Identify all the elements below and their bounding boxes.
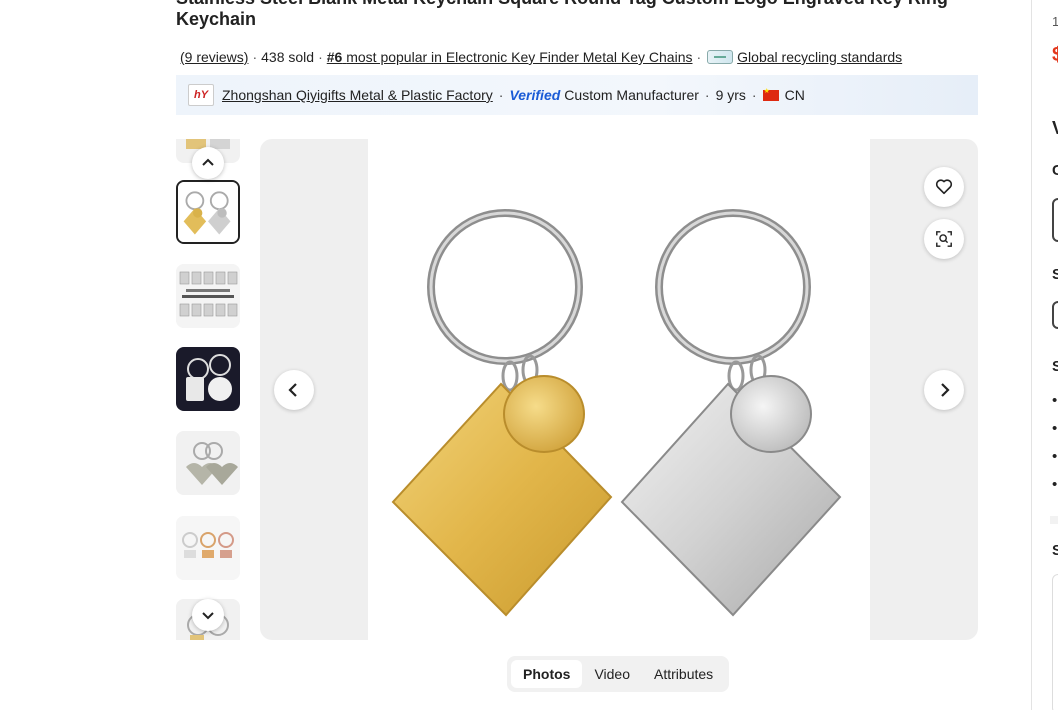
product-title: Keychain (176, 9, 257, 29)
separator: · (318, 49, 323, 65)
bullet: • (1052, 420, 1058, 437)
separator: · (751, 87, 757, 103)
separator: · (696, 49, 702, 65)
next-image-button[interactable] (924, 370, 964, 410)
rank-number: #6 (326, 49, 343, 65)
chevron-left-icon (288, 383, 297, 397)
rank-text: most popular in Electronic Key Finder Me… (346, 49, 693, 65)
panel-heading: V (1052, 118, 1058, 139)
gallery-tabs: Photos Video Attributes (507, 656, 730, 692)
panel-label: C (1052, 162, 1058, 179)
price: $ (1052, 44, 1058, 66)
panel-card (1052, 574, 1058, 710)
bullet: • (1052, 476, 1058, 493)
reviews-link[interactable]: (9 reviews) (180, 49, 248, 65)
chevron-down-icon (202, 612, 214, 620)
purchase-panel: 1 $ V C S S • • • • S (1050, 0, 1058, 710)
panel-heading: S (1052, 542, 1058, 559)
supplier-bar: hY Zhongshan Qiyigifts Metal & Plastic F… (176, 75, 978, 115)
recycling-link[interactable]: Global recycling standards (737, 49, 902, 65)
option-selector[interactable] (1052, 301, 1058, 329)
bullet: • (1052, 392, 1058, 409)
panel-label: S (1052, 358, 1058, 375)
thumbnail[interactable] (176, 516, 240, 580)
thumbnail-selected[interactable] (176, 180, 240, 244)
supplier-country: CN (784, 87, 805, 103)
chevron-right-icon (941, 383, 950, 397)
thumbnail-scroll-down-button[interactable] (192, 599, 224, 631)
section-divider (1050, 516, 1058, 524)
product-title-top: Stainless Steel Blank Metal Keychain Squ… (176, 0, 948, 9)
product-meta: (9 reviews) · 438 sold · #6 most popular… (180, 49, 902, 65)
tab-attributes[interactable]: Attributes (642, 660, 725, 688)
separator: · (498, 87, 504, 103)
heart-icon (935, 179, 953, 195)
verified-badge[interactable]: Verified (509, 87, 560, 103)
separator: · (704, 87, 710, 103)
thumbnail[interactable] (176, 264, 240, 328)
previous-image-button[interactable] (274, 370, 314, 410)
column-divider (1031, 0, 1032, 710)
bullet: • (1052, 448, 1058, 465)
supplier-type: Custom Manufacturer (564, 87, 699, 103)
supplier-logo-text: hY (193, 89, 209, 101)
favorite-button[interactable] (924, 167, 964, 207)
sold-count: 438 sold (261, 49, 315, 65)
ranking-link[interactable]: #6 most popular in Electronic Key Finder… (327, 49, 693, 65)
recycle-icon (707, 50, 734, 64)
thumbnail[interactable] (176, 347, 240, 411)
visual-search-button[interactable] (924, 219, 964, 259)
separator: · (252, 49, 258, 65)
visual-search-icon (936, 231, 952, 247)
panel-label: S (1052, 266, 1058, 283)
option-selector[interactable] (1052, 198, 1058, 242)
supplier-years: 9 yrs (715, 87, 746, 103)
supplier-name-link[interactable]: Zhongshan Qiyigifts Metal & Plastic Fact… (222, 87, 493, 103)
flag-icon (762, 87, 779, 101)
thumbnail-scroll-up-button[interactable] (192, 147, 224, 179)
tab-photos[interactable]: Photos (511, 660, 583, 688)
chevron-up-icon (202, 158, 214, 166)
tab-video[interactable]: Video (582, 660, 642, 688)
thumbnail[interactable] (176, 431, 240, 495)
product-image (368, 139, 870, 640)
panel-text: 1 (1052, 14, 1058, 29)
supplier-logo[interactable]: hY (188, 84, 214, 106)
main-image-viewer[interactable] (260, 139, 978, 640)
thumbnail-strip (176, 139, 240, 640)
